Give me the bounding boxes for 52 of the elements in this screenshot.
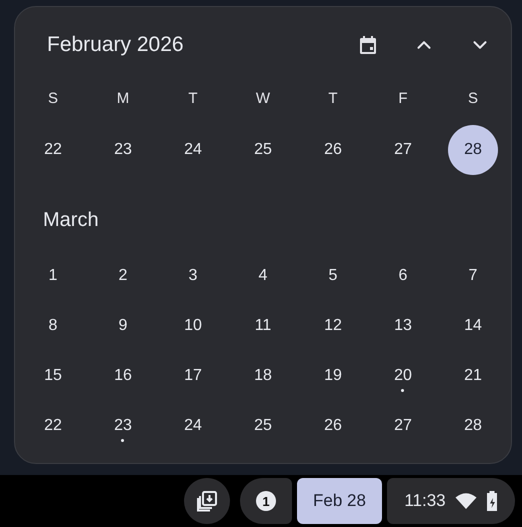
calendar-day[interactable]: 22: [28, 401, 78, 451]
battery-charging-icon: [486, 491, 498, 511]
calendar-day[interactable]: 21: [448, 351, 498, 401]
month-title: February 2026: [47, 33, 185, 57]
notification-button[interactable]: 1: [240, 478, 292, 524]
calendar-day[interactable]: 2: [98, 251, 148, 301]
calendar-day[interactable]: 10: [168, 301, 218, 351]
calendar-day[interactable]: 18: [238, 351, 288, 401]
month-label: March: [43, 208, 99, 232]
calendar-day[interactable]: 27: [378, 401, 428, 451]
calendar-day[interactable]: 25: [238, 125, 288, 175]
calendar-day[interactable]: 3: [168, 251, 218, 301]
tote-button[interactable]: [184, 478, 230, 524]
calendar-day[interactable]: 25: [238, 401, 288, 451]
calendar-day[interactable]: 26: [308, 401, 358, 451]
weekday-label: T: [188, 90, 198, 106]
calendar-day[interactable]: 1: [28, 251, 78, 301]
calendar-day[interactable]: 17: [168, 351, 218, 401]
calendar-day[interactable]: 24: [168, 401, 218, 451]
calendar-day[interactable]: 20: [378, 351, 428, 401]
calendar-day[interactable]: 6: [378, 251, 428, 301]
calendar-day[interactable]: 8: [28, 301, 78, 351]
download-tray-icon: [195, 489, 219, 513]
calendar-day[interactable]: 26: [308, 125, 358, 175]
calendar-day[interactable]: 13: [378, 301, 428, 351]
date-button[interactable]: Feb 28: [297, 478, 382, 524]
calendar-day[interactable]: 22: [28, 125, 78, 175]
calendar-day[interactable]: 9: [98, 301, 148, 351]
calendar-day[interactable]: 27: [378, 125, 428, 175]
calendar-day[interactable]: 23: [98, 125, 148, 175]
wifi-icon: [454, 492, 477, 510]
calendar-day[interactable]: 23: [98, 401, 148, 451]
calendar-day[interactable]: 11: [238, 301, 288, 351]
weekday-label: S: [468, 90, 478, 106]
weekday-label: S: [48, 90, 58, 106]
calendar-day[interactable]: 7: [448, 251, 498, 301]
calendar-day[interactable]: 4: [238, 251, 288, 301]
calendar-icon: [358, 35, 378, 55]
weekday-label: T: [328, 90, 338, 106]
calendar-day[interactable]: 15: [28, 351, 78, 401]
weekday-label: W: [256, 90, 270, 106]
calendar-day[interactable]: 5: [308, 251, 358, 301]
calendar-day[interactable]: 19: [308, 351, 358, 401]
status-area-button[interactable]: 11:33: [387, 478, 515, 524]
weekday-label: M: [116, 90, 130, 106]
calendar-day[interactable]: 12: [308, 301, 358, 351]
calendar-day[interactable]: 28: [448, 401, 498, 451]
calendar-day[interactable]: 28: [448, 125, 498, 175]
weekday-label: F: [398, 90, 408, 106]
calendar-day[interactable]: 24: [168, 125, 218, 175]
calendar-day[interactable]: 16: [98, 351, 148, 401]
calendar-day[interactable]: 14: [448, 301, 498, 351]
